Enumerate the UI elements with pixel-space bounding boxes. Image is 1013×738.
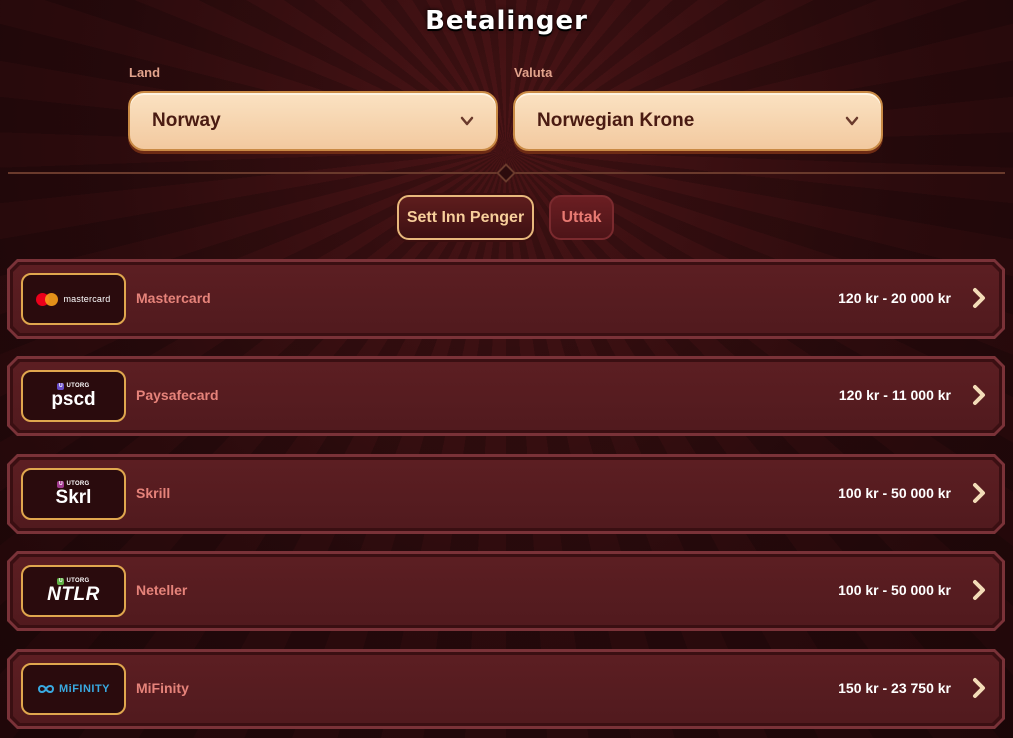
valuta-select[interactable]: Norwegian Krone — [513, 91, 883, 151]
ntlr-logo-text: NTLR — [47, 583, 100, 605]
land-label: Land — [129, 65, 161, 80]
chevron-right-icon — [973, 483, 985, 503]
tab-deposit[interactable]: Sett Inn Penger — [397, 195, 534, 240]
pscd-logo-text: pscd — [51, 388, 96, 410]
mastercard-circles-icon — [36, 292, 59, 306]
method-range: 100 kr - 50 000 kr — [838, 485, 951, 501]
neteller-logo: U UTORG NTLR — [21, 565, 126, 617]
mastercard-logo: mastercard — [21, 273, 126, 325]
payment-method-mastercard[interactable]: mastercard Mastercard 120 kr - 20 000 kr — [7, 259, 1005, 339]
infinity-icon — [37, 685, 54, 693]
chevron-down-icon — [460, 116, 474, 126]
payment-method-mifinity[interactable]: MiFINITY MiFinity 150 kr - 23 750 kr — [7, 649, 1005, 729]
tab-withdraw[interactable]: Uttak — [549, 195, 614, 240]
method-name: Neteller — [136, 582, 188, 598]
chevron-right-icon — [973, 288, 985, 308]
land-select[interactable]: Norway — [128, 91, 498, 151]
paysafecard-logo: U UTORG pscd — [21, 370, 126, 422]
chevron-right-icon — [973, 385, 985, 405]
divider-diamond — [496, 163, 516, 183]
valuta-label: Valuta — [514, 65, 553, 80]
payment-method-neteller[interactable]: U UTORG NTLR Neteller 100 kr - 50 000 kr — [7, 551, 1005, 631]
skrl-logo-text: Skrl — [55, 486, 92, 508]
mifinity-logo: MiFINITY — [21, 663, 126, 715]
page-title: Betalinger — [425, 6, 588, 36]
method-range: 100 kr - 50 000 kr — [838, 582, 951, 598]
payment-method-paysafecard[interactable]: U UTORG pscd Paysafecard 120 kr - 11 000 … — [7, 356, 1005, 436]
method-range: 150 kr - 23 750 kr — [838, 680, 951, 696]
method-range: 120 kr - 20 000 kr — [838, 290, 951, 306]
mastercard-logo-text: mastercard — [63, 294, 111, 304]
chevron-right-icon — [973, 580, 985, 600]
method-name: MiFinity — [136, 680, 189, 696]
valuta-value: Norwegian Krone — [537, 110, 695, 131]
method-name: Paysafecard — [136, 387, 219, 403]
skrill-logo: U UTORG Skrl — [21, 468, 126, 520]
mifinity-logo-text: MiFINITY — [58, 683, 111, 695]
land-value: Norway — [152, 110, 221, 131]
payment-method-skrill[interactable]: U UTORG Skrl Skrill 100 kr - 50 000 kr — [7, 454, 1005, 534]
method-range: 120 kr - 11 000 kr — [838, 387, 951, 403]
method-name: Skrill — [136, 485, 171, 501]
chevron-down-icon — [845, 116, 859, 126]
chevron-right-icon — [973, 678, 985, 698]
method-name: Mastercard — [136, 290, 211, 306]
